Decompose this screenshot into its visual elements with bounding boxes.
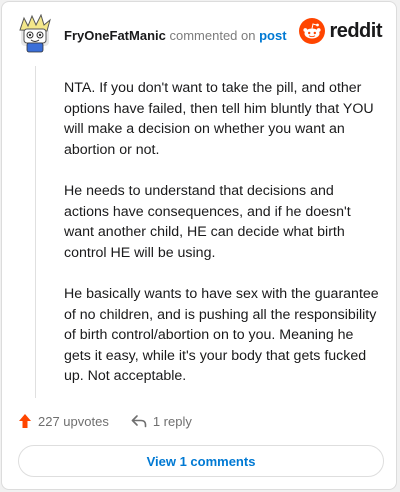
comment-paragraph: NTA. If you don't want to take the pill,… [64,80,374,158]
post-link[interactable]: post [259,28,286,43]
username-link[interactable]: FryOneFatManic [64,28,166,43]
comment-body: NTA. If you don't want to take the pill,… [64,78,382,408]
action-text: commented on [169,28,256,43]
comment-paragraph: He basically wants to have sex with the … [64,286,379,384]
upvote-arrow-icon [19,414,31,428]
upvote-count: 227 upvotes [38,413,109,429]
avatar-image [19,13,51,53]
comment-meta: FryOneFatManic commented on post [64,28,287,43]
user-avatar[interactable] [18,13,52,54]
comment-card: FryOneFatManic commented on post reddit … [1,1,397,490]
reply-count: 1 reply [152,413,192,429]
comment-actions: 227 upvotes 1 reply [18,410,192,432]
reddit-brand[interactable]: reddit [299,18,382,44]
thread-line [35,66,36,398]
comment-paragraph: He needs to understand that decisions an… [64,183,351,261]
reddit-logo-icon [299,18,326,44]
reply-button[interactable]: 1 reply [131,414,192,429]
reddit-wordmark: reddit [329,19,382,42]
comment-header: FryOneFatManic commented on post reddit [2,2,396,68]
view-comments-button[interactable]: View 1 comments [18,445,384,477]
reply-arrow-icon [131,415,147,428]
upvote-button[interactable]: 227 upvotes [18,413,109,429]
